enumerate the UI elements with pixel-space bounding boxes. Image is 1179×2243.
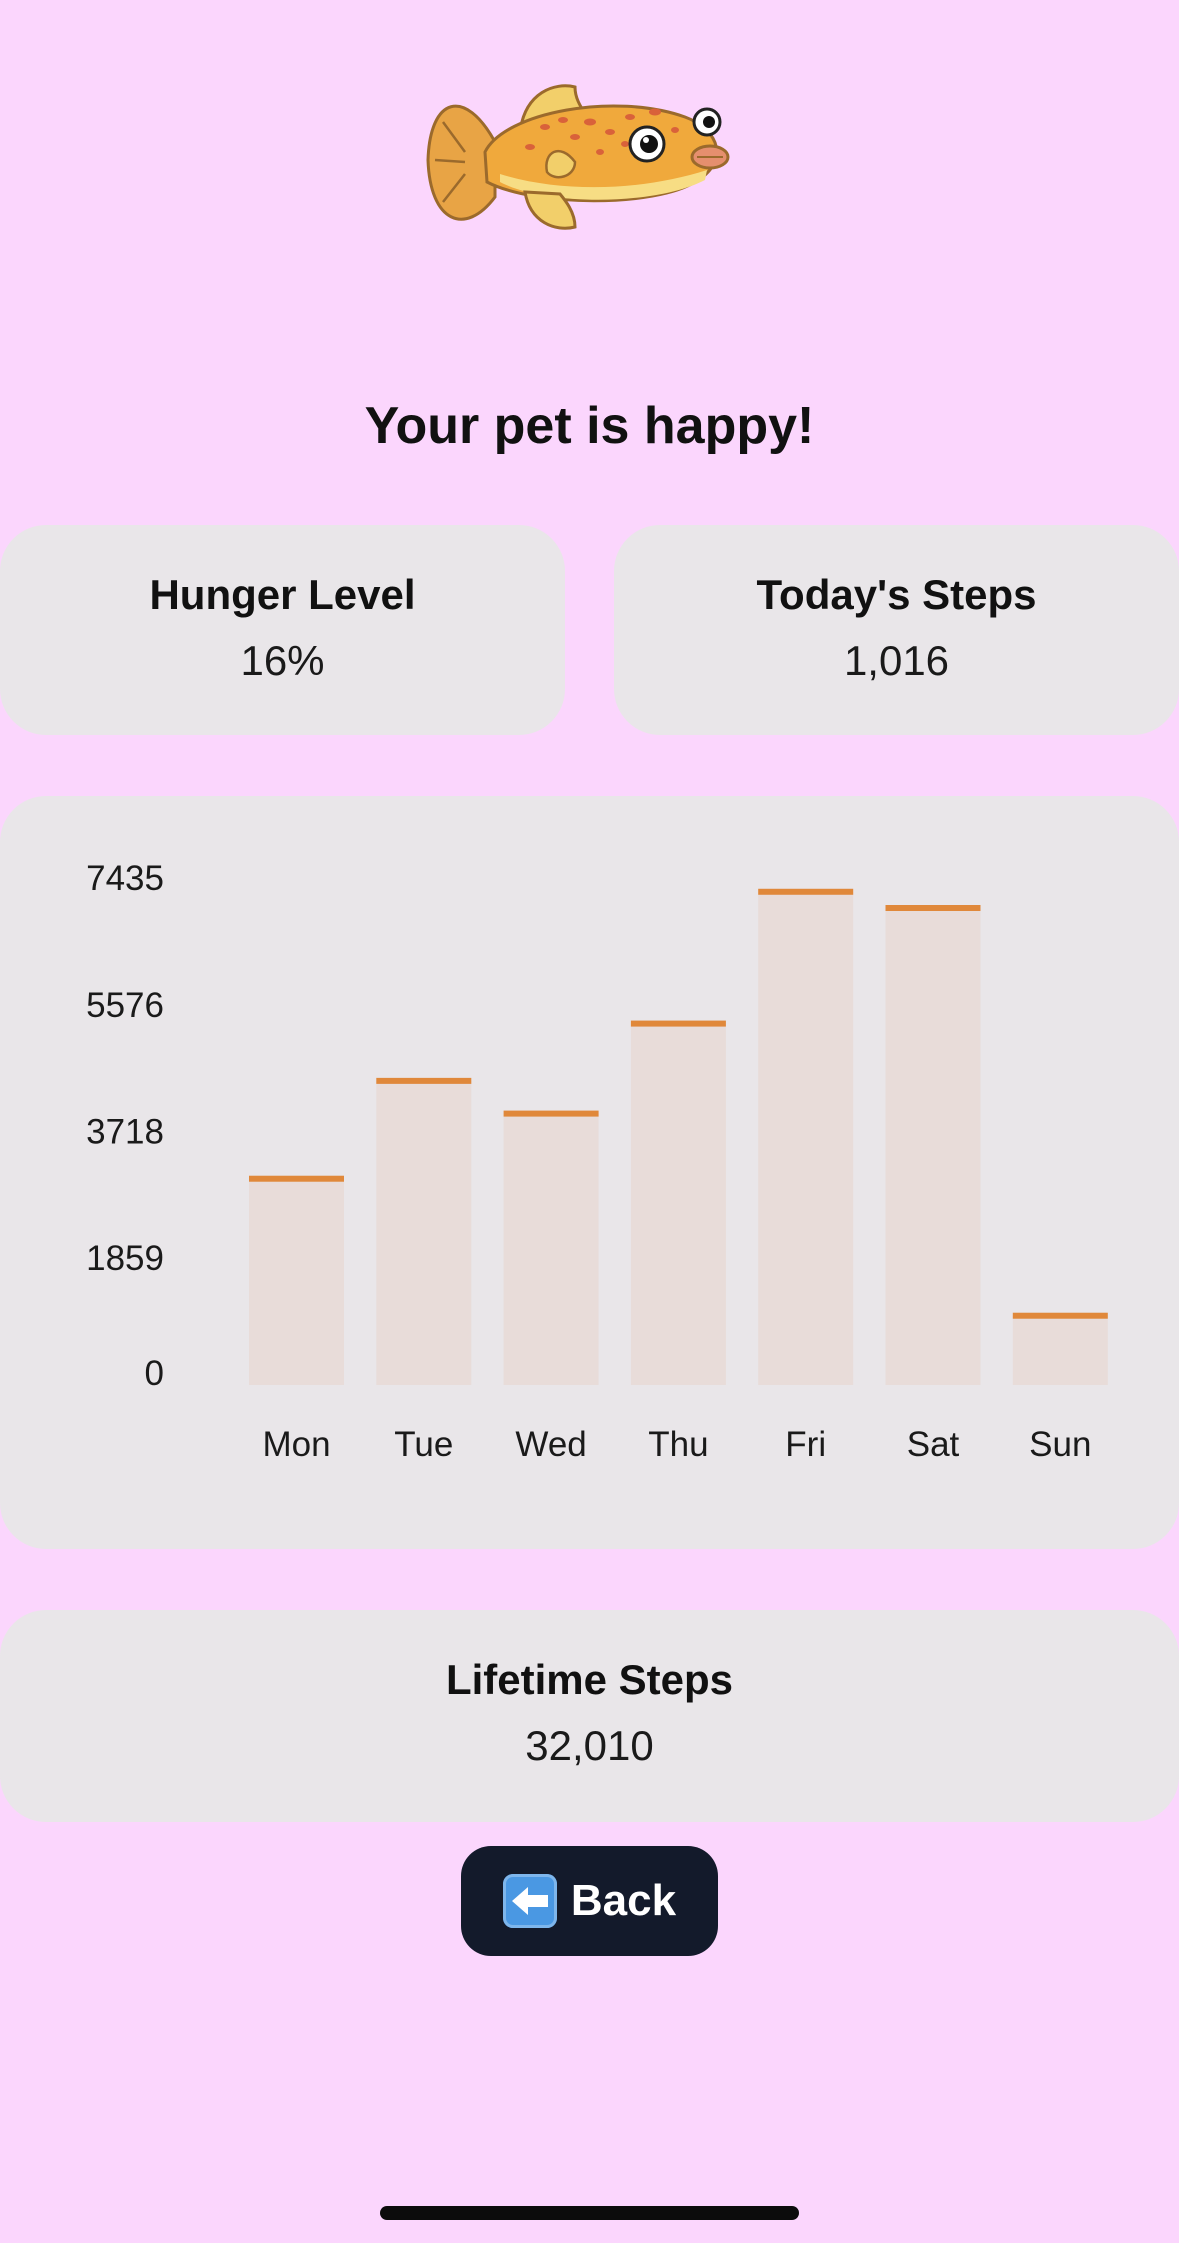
x-tick-label: Mon — [262, 1425, 330, 1464]
bar-top-fri — [758, 888, 854, 895]
back-button[interactable]: Back — [461, 1846, 718, 1956]
hunger-level-label: Hunger Level — [149, 571, 416, 618]
pufferfish-icon — [426, 84, 730, 230]
bar-sat — [885, 908, 981, 1385]
bar-fri — [758, 891, 854, 1385]
x-tick-label: Wed — [515, 1425, 586, 1464]
weekly-steps-chart-card: 0 1859 3718 5576 7435 Mon Tue Wed Thu Fri Sat Sun — [0, 796, 1179, 1549]
todays-steps-card: Today's Steps 1,016 — [614, 525, 1179, 735]
hunger-level-card: Hunger Level 16% — [0, 525, 565, 735]
y-tick-label: 7435 — [86, 859, 164, 898]
y-tick-label: 3718 — [86, 1112, 164, 1151]
bar-top-sun — [1012, 1312, 1108, 1319]
lifetime-steps-value: 32,010 — [525, 1722, 654, 1769]
todays-steps-label: Today's Steps — [756, 571, 1037, 618]
pet-status-title: Your pet is happy! — [364, 397, 815, 455]
bar-top-thu — [630, 1020, 726, 1027]
y-tick-label: 1859 — [86, 1239, 164, 1278]
back-arrow-icon — [502, 1874, 557, 1928]
x-tick-label: Fri — [785, 1425, 826, 1464]
x-tick-label: Sun — [1029, 1425, 1091, 1464]
x-tick-label: Thu — [648, 1425, 708, 1464]
bar-tue — [376, 1080, 472, 1385]
bar-wed — [503, 1113, 599, 1385]
x-tick-label: Tue — [394, 1425, 453, 1464]
bar-top-mon — [249, 1175, 344, 1182]
home-indicator[interactable] — [380, 2206, 799, 2220]
bar-top-tue — [376, 1077, 472, 1084]
bar-mon — [249, 1178, 344, 1385]
bar-sun — [1012, 1315, 1108, 1385]
bar-top-wed — [503, 1110, 599, 1117]
hunger-level-value: 16% — [240, 637, 325, 684]
lifetime-steps-label: Lifetime Steps — [445, 1656, 734, 1703]
x-tick-label: Sat — [907, 1425, 960, 1464]
pet-fish-image — [425, 82, 740, 237]
todays-steps-value: 1,016 — [843, 637, 950, 684]
weekly-steps-chart: 0 1859 3718 5576 7435 Mon Tue Wed Thu Fri Sat Sun — [86, 859, 1108, 1464]
bar-top-sat — [885, 905, 981, 912]
y-tick-label: 5576 — [86, 986, 164, 1025]
y-tick-label: 0 — [145, 1354, 164, 1393]
lifetime-steps-card: Lifetime Steps 32,010 — [0, 1610, 1179, 1822]
back-button-label: Back — [570, 1876, 677, 1925]
bar-thu — [630, 1023, 726, 1385]
